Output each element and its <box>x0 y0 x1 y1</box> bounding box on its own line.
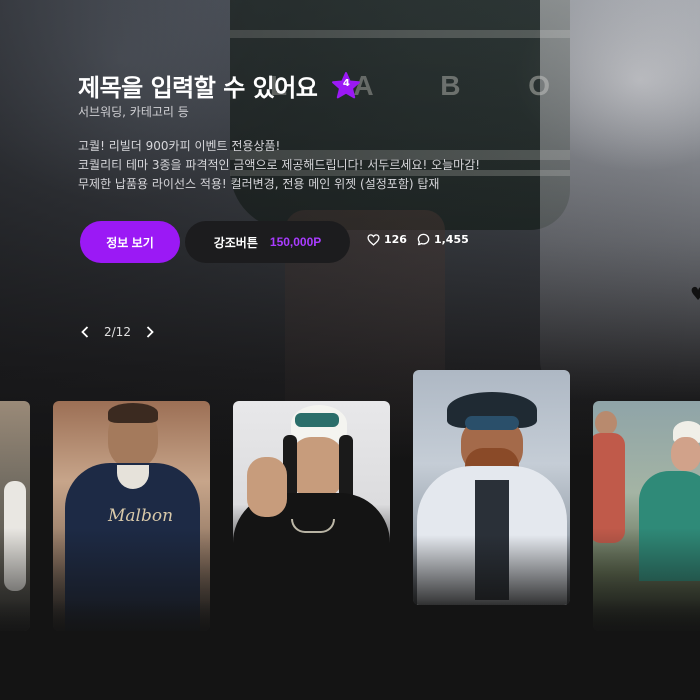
card-head-left <box>595 411 617 435</box>
stats: 126 1,455 <box>367 233 469 246</box>
card-sweater-left <box>593 433 625 543</box>
card-head-right <box>671 437 700 471</box>
chevron-left-icon <box>81 326 89 338</box>
card-arm <box>247 457 287 517</box>
card-fade <box>413 534 570 605</box>
subtitle: 서브워딩, 카테고리 등 <box>78 105 189 119</box>
like-stat[interactable]: 126 <box>367 233 407 246</box>
card-man-hoodie[interactable]: Malbon <box>53 401 210 631</box>
description-line: 코퀄리티 테마 3종을 파격적인 금액으로 제공해드립니다! 서두르세요! 오늘… <box>78 158 481 172</box>
card-man-bucket-hat[interactable] <box>413 370 570 605</box>
card-partial-left[interactable] <box>0 401 30 631</box>
star-badge-number: 4 <box>342 77 350 89</box>
card-cap-print <box>295 413 339 427</box>
star-badge: 4 <box>331 71 361 101</box>
page-indicator: 2/12 <box>104 325 131 339</box>
pager: 2/12 <box>78 322 157 342</box>
info-button[interactable]: 정보 보기 <box>80 221 180 263</box>
bottom-fade <box>0 600 700 700</box>
next-button[interactable] <box>143 322 157 342</box>
prev-button[interactable] <box>78 322 92 342</box>
highlight-button-label: 강조버튼 <box>213 235 258 250</box>
description: 고퀄! 리빌더 900카피 이벤트 전용상품! 코퀄리티 테마 3종을 파격적인… <box>78 137 480 194</box>
card-hoodie-print: Malbon <box>108 506 174 526</box>
highlight-price: 150,000P <box>269 235 322 249</box>
description-line: 고퀄! 리빌더 900카피 이벤트 전용상품! <box>78 139 281 153</box>
comment-stat[interactable]: 1,455 <box>417 233 469 246</box>
comment-icon <box>417 233 430 246</box>
chevron-right-icon <box>146 326 154 338</box>
card-hair-right <box>339 435 353 501</box>
card-boy-cap[interactable] <box>233 401 390 631</box>
comment-count: 1,455 <box>433 233 469 246</box>
card-couple-partial[interactable] <box>593 401 700 631</box>
heart-icon <box>367 233 380 246</box>
highlight-button[interactable]: 강조버튼 150,000P <box>185 221 350 263</box>
card-sunglasses <box>465 416 519 430</box>
card-hair <box>108 403 158 423</box>
like-count: 126 <box>384 233 407 246</box>
page-title: 제목을 입력할 수 있어요 <box>78 74 318 102</box>
edge-heart-icon[interactable]: ♥ <box>690 284 700 305</box>
card-face <box>289 437 345 499</box>
title-row: 제목을 입력할 수 있어요 4 <box>78 68 361 103</box>
description-line: 무제한 납품용 라이선스 적용! 컬러변경, 전용 메인 위젯 (설정포함) 탑… <box>78 177 440 191</box>
